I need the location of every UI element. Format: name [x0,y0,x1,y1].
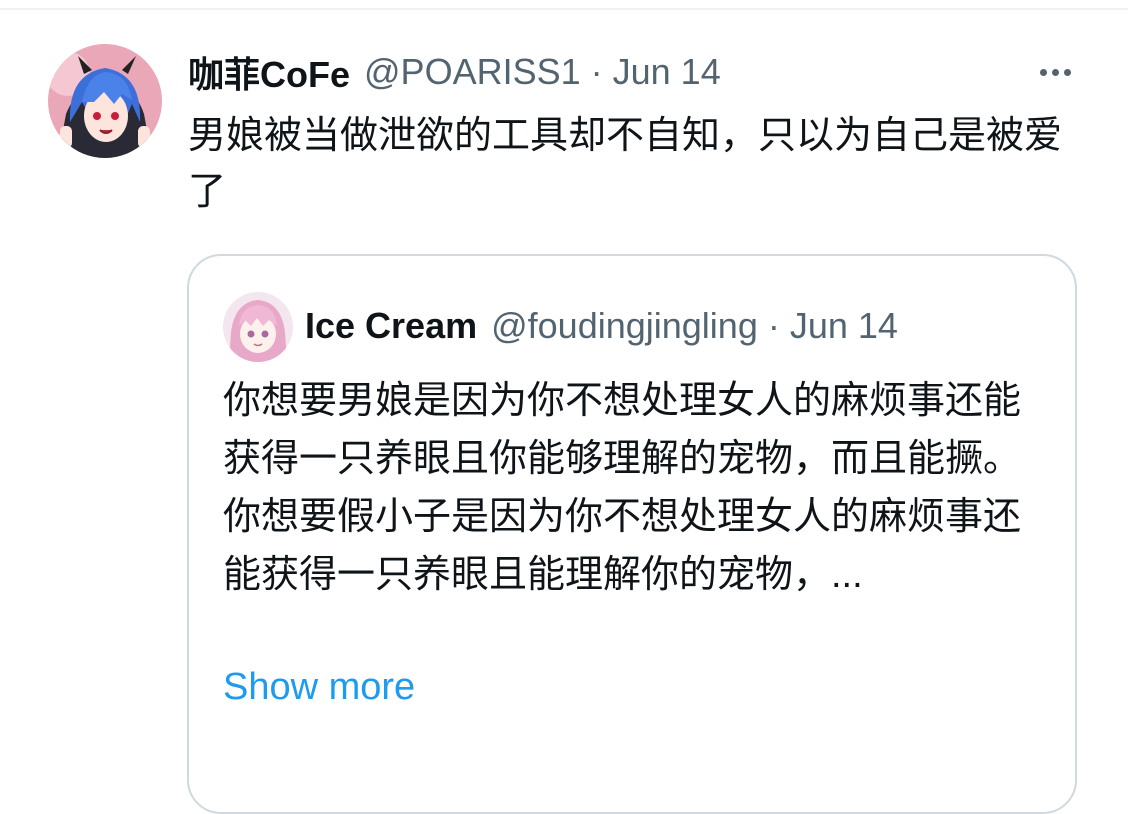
quoted-author-avatar[interactable] [223,292,293,362]
separator-dot: · [590,51,603,92]
tweet-text: 男娘被当做泄欲的工具却不自知，只以为自己是被爱了 [188,115,1063,213]
author-handle[interactable]: @POARISS1 [364,51,581,93]
separator-dot: · [767,305,780,346]
anime-avatar-blue-hair-icon [48,44,162,158]
quoted-tweet-card[interactable]: Ice Cream @foudingjingling · Jun 14 你想要男… [187,254,1077,814]
more-horizontal-icon-dot [1051,68,1059,76]
more-options-button[interactable] [1030,56,1080,88]
quoted-author-handle[interactable]: @foudingjingling [491,305,758,347]
quoted-tweet-header: Ice Cream @foudingjingling · Jun 14 [305,300,898,352]
author-display-name[interactable]: 咖菲CoFe [188,46,350,98]
author-avatar[interactable] [48,44,162,158]
show-more-link[interactable]: Show more [223,662,415,712]
tweet-header: 咖菲CoFe @POARISS1 · Jun 14 [188,46,721,98]
tweet-date[interactable]: Jun 14 [613,51,721,93]
quoted-tweet-text: 你想要男娘是因为你不想处理女人的麻烦事还能获得一只养眼且你能够理解的宠物，而且能… [223,380,1022,596]
anime-avatar-pink-hair-icon [223,292,293,362]
quoted-tweet-date[interactable]: Jun 14 [790,305,898,347]
more-horizontal-icon [1039,68,1047,76]
top-divider [0,8,1128,10]
more-horizontal-icon-dot [1063,68,1071,76]
quoted-author-display-name[interactable]: Ice Cream [305,305,477,347]
